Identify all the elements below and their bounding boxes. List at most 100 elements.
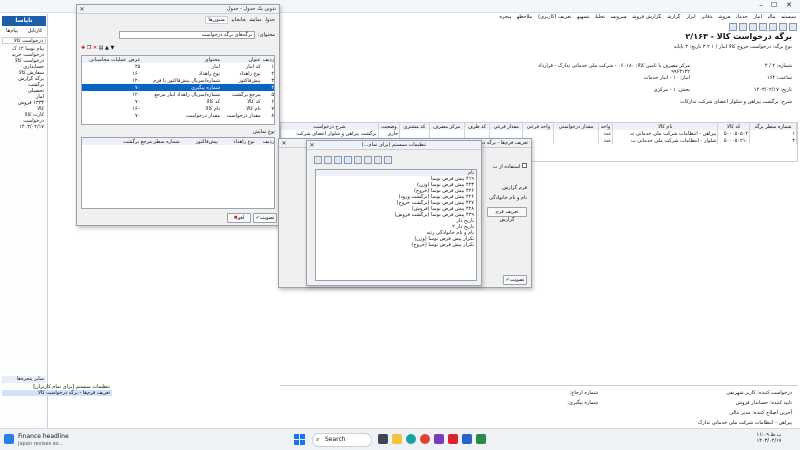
- search-icon[interactable]: [739, 23, 747, 31]
- footer-field: آخرین اصلاح کننده: مدیر عالی: [729, 410, 792, 416]
- menu-item[interactable]: خدمات: [736, 14, 747, 20]
- grid-col-header[interactable]: وضعیت: [378, 123, 401, 130]
- other-windows-title: سایر پنجره‌ها: [2, 376, 46, 383]
- menu-item[interactable]: تعریف (کاربری): [538, 14, 571, 20]
- export-icon[interactable]: [344, 156, 352, 164]
- close-button[interactable]: ✕: [783, 1, 795, 11]
- grid-col-header[interactable]: شماره سطر برگه: [749, 123, 797, 130]
- app-icon[interactable]: [476, 434, 486, 444]
- delete-icon[interactable]: ✕: [93, 45, 97, 51]
- grid-header-row: شماره سطر برگه کد کالا نام کالا واحد مقدار د…: [281, 123, 797, 130]
- close-icon[interactable]: ✕: [77, 5, 87, 14]
- content-combo[interactable]: برگه‌های برگه درخواست: [119, 31, 255, 39]
- delete-icon[interactable]: [384, 156, 392, 164]
- menu-item[interactable]: تحلیل: [595, 14, 605, 20]
- sidebar-logo[interactable]: ناپاسا: [2, 16, 46, 26]
- news-widget[interactable]: Finance headline Japan revises ex...: [4, 431, 114, 449]
- grid-col-header[interactable]: نام کالا: [612, 123, 719, 130]
- menu-item[interactable]: ملاحظه: [517, 14, 532, 20]
- menu-item[interactable]: مالی: [768, 14, 775, 20]
- tab-move[interactable]: جابجایی: [232, 17, 246, 23]
- print-icon[interactable]: [759, 23, 767, 31]
- paste-icon[interactable]: ▤: [99, 45, 104, 51]
- tab-display[interactable]: نمایش: [250, 17, 262, 23]
- other-window-item[interactable]: تعریف فرم‌ها - برگه درخواست کالا: [2, 390, 112, 396]
- app-icon[interactable]: [462, 434, 472, 444]
- refresh-icon[interactable]: [729, 23, 737, 31]
- cancel-button[interactable]: ✖لغو: [227, 213, 251, 223]
- table-row[interactable]: ۲ نوع راهداد نوع راهداد ۱۶۰: [82, 70, 274, 77]
- edge-icon[interactable]: [406, 434, 416, 444]
- table-row[interactable]: ۷ نام کالا نام کالا ۱۶۰: [82, 105, 274, 112]
- grid-cell: [553, 130, 599, 137]
- sidebar-tab-cartable[interactable]: کارتابل: [24, 28, 46, 35]
- table-row[interactable]: ۵ مرجع برگشت شماره/سریال راهداد انبار مرجع…: [82, 91, 274, 98]
- menu-item[interactable]: پنجره: [499, 14, 511, 20]
- grid-col-header[interactable]: کد مشتری: [399, 123, 430, 130]
- menu-item[interactable]: فروش: [718, 14, 730, 20]
- grid-col-header[interactable]: مقدار فرعی: [489, 123, 524, 130]
- sort-icon[interactable]: [374, 156, 382, 164]
- selected-row[interactable]: ۴ شماره پیگیری ۷۰: [82, 84, 274, 91]
- menu-item[interactable]: تسهیه: [577, 14, 589, 20]
- open-icon[interactable]: [779, 23, 787, 31]
- table-row[interactable]: ۱ ۵۰۰۰۵۰۵۰۲ پیراهن - انتظامات شرکت ملی خدم…: [281, 130, 797, 137]
- list-item[interactable]: تکرار پیش فرض نوسا (خروج): [316, 242, 476, 248]
- menu-item[interactable]: سیستم: [781, 14, 796, 20]
- maximize-button[interactable]: ☐: [769, 1, 779, 11]
- table-row[interactable]: ۸ مقدار درخواست مقدار درخواست ۷۰: [82, 112, 274, 119]
- copy-icon[interactable]: ❐: [87, 45, 91, 51]
- chrome-icon[interactable]: [420, 434, 430, 444]
- menu-item[interactable]: سرویس: [611, 14, 627, 20]
- delete-icon[interactable]: [749, 23, 757, 31]
- menu-item[interactable]: گزارش: [667, 14, 680, 20]
- sidebar-item[interactable]: ۱۴۰۳/۰۲/۱۷: [2, 124, 46, 130]
- tab-columns[interactable]: ستون‌ها: [205, 16, 228, 24]
- footer-item-name: پیراهن - انتظامات شرکت ملی خدماتی تدارک: [697, 420, 792, 426]
- menu-item[interactable]: گزارش فروش: [632, 14, 661, 20]
- ok-button[interactable]: ✔تصویب: [253, 213, 277, 223]
- menu-item[interactable]: ابزار: [686, 14, 695, 20]
- menu-item[interactable]: دفاتر: [702, 14, 713, 20]
- filter-icon[interactable]: [354, 156, 362, 164]
- start-button[interactable]: [294, 434, 306, 446]
- grid-col-header[interactable]: شرح درخواست: [281, 123, 379, 130]
- chart-icon[interactable]: [334, 156, 342, 164]
- task-view-icon[interactable]: [378, 434, 388, 444]
- print-icon[interactable]: [364, 156, 372, 164]
- table-icon[interactable]: [324, 156, 332, 164]
- table-row[interactable]: ۱ کد انبار انبار ۴۵: [82, 63, 274, 70]
- file-explorer-icon[interactable]: [392, 434, 402, 444]
- grid-col-header[interactable]: کد کالا: [717, 123, 751, 130]
- menu-item[interactable]: انبار: [754, 14, 762, 20]
- clock[interactable]: ۱۱:۰۹ ب.ظ ۱۴۰۳/۰۲/۱۷: [744, 432, 794, 448]
- minimize-button[interactable]: –: [756, 1, 766, 11]
- grid-icon[interactable]: [314, 156, 322, 164]
- new-icon[interactable]: [789, 23, 797, 31]
- grid-col-header[interactable]: واحد: [598, 123, 614, 130]
- taskbar-search[interactable]: ⌕ Search: [312, 433, 372, 447]
- use-checkbox[interactable]: استفاده از ب: [477, 163, 527, 170]
- save-icon[interactable]: [769, 23, 777, 31]
- move-up-icon[interactable]: ▲: [105, 45, 109, 51]
- ok-button[interactable]: ✔تصویب: [503, 275, 527, 285]
- sidebar-search[interactable]: درخواست کالا: [2, 37, 46, 44]
- app-icon[interactable]: [434, 434, 444, 444]
- table-row[interactable]: ۶ کد کالا کد کالا ۷۰: [82, 98, 274, 105]
- define-report-button[interactable]: تعریف فرم گزارش: [487, 207, 527, 223]
- grid-col-header[interactable]: مقدار درخواستی: [553, 123, 599, 130]
- close-icon[interactable]: ✕: [307, 141, 317, 150]
- tab-table[interactable]: جدول: [265, 17, 275, 23]
- dialog-title: تدوین یک جدول - جدول: [226, 6, 276, 12]
- cell: [82, 91, 126, 98]
- grid-col-header[interactable]: واحد فرعی: [522, 123, 555, 130]
- close-icon[interactable]: ✕: [279, 139, 289, 148]
- sidebar-tab-messages[interactable]: پیام‌ها: [2, 28, 22, 35]
- add-icon[interactable]: ✚: [81, 45, 85, 51]
- page-title: برگه درخواست کالا - ۲/۱۶۳: [685, 32, 792, 41]
- app-icon[interactable]: [448, 434, 458, 444]
- table-row[interactable]: ۳ پیش‌فاکتور شماره/سریال پیش‌فاکتور با فرم…: [82, 77, 274, 84]
- grid-col-header[interactable]: مرکز مصرف: [429, 123, 465, 130]
- grid-col-header[interactable]: کد طرف: [464, 123, 491, 130]
- move-down-icon[interactable]: ▼: [110, 45, 114, 51]
